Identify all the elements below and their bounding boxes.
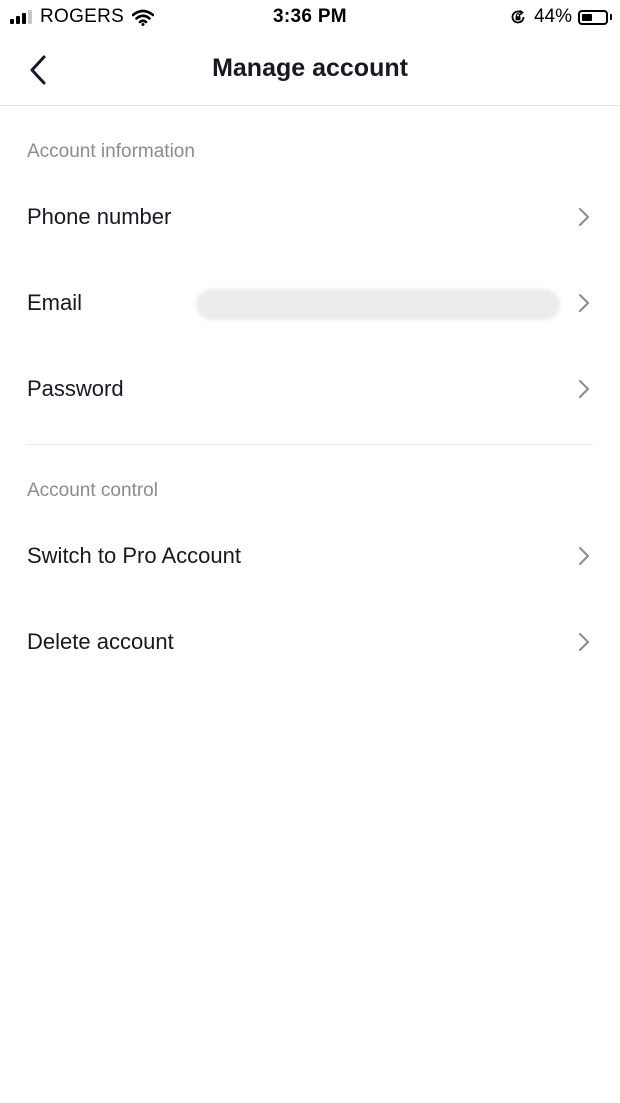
row-email[interactable]: Email	[0, 260, 620, 346]
row-delete-account[interactable]: Delete account	[0, 599, 620, 685]
row-label: Switch to Pro Account	[27, 543, 241, 568]
status-bar: ROGERS 3:36 PM 44%	[0, 0, 620, 34]
row-label: Delete account	[27, 629, 174, 654]
chevron-right-icon	[579, 547, 589, 565]
section-header-account-control: Account control	[27, 480, 158, 501]
row-label: Password	[27, 376, 124, 401]
battery-nub	[610, 14, 612, 20]
chevron-right-icon	[579, 208, 589, 226]
status-right: 44%	[510, 6, 612, 28]
page-title: Manage account	[212, 54, 408, 82]
chevron-right-icon	[579, 294, 589, 312]
section-header-account-information: Account information	[27, 141, 195, 162]
row-switch-to-pro-account[interactable]: Switch to Pro Account	[0, 513, 620, 599]
row-label: Email	[27, 290, 83, 315]
battery-icon	[578, 9, 608, 25]
battery-level	[582, 13, 592, 21]
row-phone-number[interactable]: Phone number	[0, 174, 620, 260]
email-value-redacted	[196, 289, 560, 320]
row-password[interactable]: Password	[0, 346, 620, 432]
chevron-right-icon	[579, 380, 589, 398]
battery-percent: 44%	[533, 6, 572, 27]
row-label: Phone number	[27, 204, 172, 229]
nav-header: Manage account	[0, 34, 620, 106]
section-divider	[27, 444, 593, 445]
chevron-right-icon	[579, 633, 589, 651]
rotation-lock-icon	[511, 9, 525, 24]
